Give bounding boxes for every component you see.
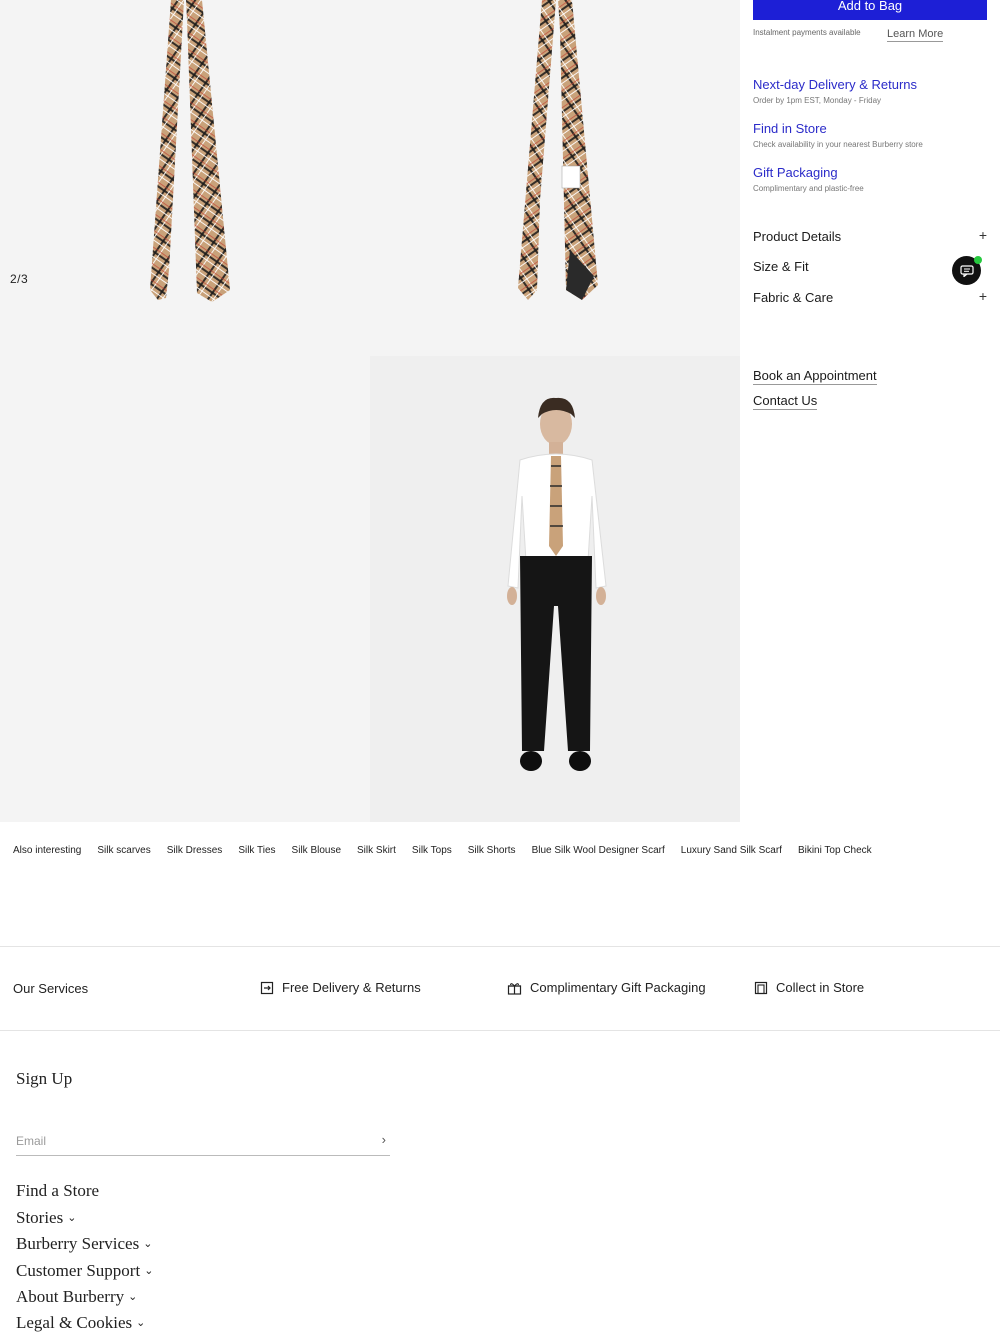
instalment-text: Instalment payments available xyxy=(753,28,861,37)
gallery-counter: 2/3 xyxy=(10,272,29,286)
product-image-model[interactable] xyxy=(370,356,740,822)
email-signup-field: › xyxy=(16,1130,390,1156)
chat-icon xyxy=(959,264,974,277)
chevron-down-icon: ⌄ xyxy=(136,1317,146,1329)
also-interesting-label: Also interesting xyxy=(13,845,82,856)
delivery-box-icon xyxy=(260,981,274,994)
related-link[interactable]: Bikini Top Check xyxy=(798,845,872,856)
service-gift-packaging[interactable]: Gift Packaging Complimentary and plastic… xyxy=(753,165,864,193)
model-wearing-tie-image xyxy=(507,397,607,771)
plus-icon[interactable]: + xyxy=(979,227,987,243)
contact-us-link[interactable]: Contact Us xyxy=(753,393,818,410)
free-delivery-link[interactable]: Free Delivery & Returns xyxy=(260,980,421,995)
footer-link-label: Stories xyxy=(16,1208,64,1227)
footer-link-label: Find a Store xyxy=(16,1181,100,1200)
chat-button[interactable] xyxy=(952,256,982,285)
divider xyxy=(0,946,1000,947)
footer-link-stories[interactable]: Stories ⌄ xyxy=(16,1208,76,1228)
related-link[interactable]: Silk Ties xyxy=(238,845,275,856)
related-link[interactable]: Blue Silk Wool Designer Scarf xyxy=(532,845,665,856)
product-image-tie-front[interactable] xyxy=(0,0,370,356)
service-subtitle: Check availability in your nearest Burbe… xyxy=(753,140,923,149)
product-gallery: 2/3 xyxy=(0,0,740,822)
related-link[interactable]: Silk Blouse xyxy=(292,845,341,856)
related-link[interactable]: Silk Dresses xyxy=(167,845,223,856)
footer-link-customer-support[interactable]: Customer Support ⌄ xyxy=(16,1261,153,1281)
related-link[interactable]: Silk Tops xyxy=(412,845,452,856)
service-title[interactable]: Gift Packaging xyxy=(753,165,864,180)
accordion-product-details[interactable]: Product Details + xyxy=(753,227,987,244)
service-label: Complimentary Gift Packaging xyxy=(530,980,706,995)
related-link[interactable]: Silk Shorts xyxy=(468,845,516,856)
plaid-tie-back-image xyxy=(518,0,598,300)
book-appointment-link[interactable]: Book an Appointment xyxy=(753,368,877,385)
gift-packaging-link[interactable]: Complimentary Gift Packaging xyxy=(507,980,706,995)
chevron-down-icon: ⌄ xyxy=(143,1238,153,1250)
email-input[interactable] xyxy=(16,1130,356,1148)
footer-link-legal-cookies[interactable]: Legal & Cookies ⌄ xyxy=(16,1313,145,1333)
accordion-fabric-care[interactable]: Fabric & Care + xyxy=(753,288,987,305)
related-link[interactable]: Silk Skirt xyxy=(357,845,396,856)
footer-link-label: About Burberry xyxy=(16,1287,125,1306)
footer-link-label: Customer Support xyxy=(16,1261,141,1280)
service-title[interactable]: Find in Store xyxy=(753,121,923,136)
service-label: Free Delivery & Returns xyxy=(282,980,421,995)
service-find-in-store[interactable]: Find in Store Check availability in your… xyxy=(753,121,923,149)
divider xyxy=(0,1030,1000,1031)
plaid-tie-front-image xyxy=(150,0,230,302)
footer-link-find-store[interactable]: Find a Store xyxy=(16,1181,99,1201)
service-subtitle: Order by 1pm EST, Monday - Friday xyxy=(753,96,882,105)
collect-in-store-link[interactable]: Collect in Store xyxy=(754,980,864,995)
gift-icon xyxy=(507,982,522,995)
footer-link-label: Burberry Services xyxy=(16,1234,140,1253)
product-image-tie-back[interactable] xyxy=(370,0,740,356)
service-subtitle: Complimentary and plastic-free xyxy=(753,184,864,193)
related-link[interactable]: Luxury Sand Silk Scarf xyxy=(681,845,782,856)
product-image-blank xyxy=(0,356,370,822)
footer-link-burberry-services[interactable]: Burberry Services ⌄ xyxy=(16,1234,152,1254)
service-label: Collect in Store xyxy=(776,980,865,995)
service-title[interactable]: Next-day Delivery & Returns xyxy=(753,77,917,92)
related-link[interactable]: Silk scarves xyxy=(97,845,150,856)
add-to-bag-button[interactable]: Add to Bag xyxy=(753,0,987,20)
accordion-label: Fabric & Care xyxy=(753,290,834,305)
accordion-label: Size & Fit xyxy=(753,259,809,274)
chevron-down-icon: ⌄ xyxy=(128,1291,138,1303)
submit-arrow-icon[interactable]: › xyxy=(382,1132,386,1147)
our-services-title: Our Services xyxy=(13,981,89,996)
chevron-down-icon: ⌄ xyxy=(144,1265,154,1277)
online-status-dot xyxy=(974,256,982,264)
chevron-down-icon: ⌄ xyxy=(67,1212,77,1224)
store-icon xyxy=(754,981,768,994)
learn-more-link[interactable]: Learn More xyxy=(887,28,944,42)
footer-link-label: Legal & Cookies xyxy=(16,1313,133,1332)
product-panel: Add to Bag Instalment payments available… xyxy=(740,0,1000,822)
service-next-day-delivery[interactable]: Next-day Delivery & Returns Order by 1pm… xyxy=(753,77,917,105)
also-interesting-row: Also interesting Silk scarves Silk Dress… xyxy=(13,845,872,856)
accordion-label: Product Details xyxy=(753,229,842,244)
sign-up-heading: Sign Up xyxy=(16,1069,73,1088)
plus-icon[interactable]: + xyxy=(979,288,987,304)
footer-link-about-burberry[interactable]: About Burberry ⌄ xyxy=(16,1287,137,1307)
